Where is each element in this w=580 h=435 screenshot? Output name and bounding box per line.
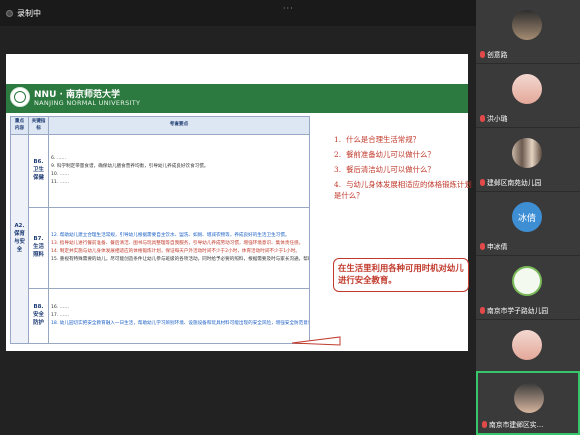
question-text: 餐前准备幼儿可以做什么？ xyxy=(346,150,435,160)
record-dot-icon xyxy=(6,9,13,17)
question-item: 2. 餐前准备幼儿可以做什么？ xyxy=(334,149,476,160)
participant-name: 建邺区南苑幼儿园 xyxy=(487,179,542,187)
participant-avatar xyxy=(512,74,542,104)
group-b8-points: 16. …… 17. …… 18. 幼儿园切实把安全教育融入一日生活，帮助幼儿学… xyxy=(48,288,310,344)
table-cell-text: 13. 指导幼儿进行餐前准备、餐后清洁、图书与玩具整理等自我服务，引导幼儿养成劳… xyxy=(51,240,304,246)
participant-avatar: 冰倩 xyxy=(512,202,542,232)
table-cell-text: 18. 幼儿园切实把安全教育融入一日生活，帮助幼儿学习辨别环境、设施设备和玩具材… xyxy=(51,320,309,326)
table-cell-text: 6. …… xyxy=(51,155,67,161)
header-key-indicator: 关键指标 xyxy=(28,116,49,135)
table-cell-text: 16. …… xyxy=(51,304,69,310)
header-points: 考查要点 xyxy=(48,116,310,135)
mic-muted-icon xyxy=(480,242,485,250)
logo-emblem-icon xyxy=(14,91,26,103)
participant-tile-active[interactable]: 南京市建邺区实… xyxy=(476,371,580,435)
more-options-icon[interactable]: ··· xyxy=(283,4,294,13)
participant-sidebar[interactable]: 创意路 洪小璐 建邺区南苑幼儿园 冰倩 申冰倩 南京市学子路幼儿园 尹英 南京市… xyxy=(476,0,580,435)
table-cell-text: 17. …… xyxy=(51,312,69,318)
question-item: 4. 与幼儿身体发展相适应的体格锻炼计划是什么？ xyxy=(334,179,476,201)
table-cell-text: 9. 科学制定带量食谱，确保幼儿膳食营养均衡，引导幼儿养成良好饮食习惯。 xyxy=(51,163,209,169)
participant-avatar xyxy=(512,330,542,360)
participant-name: 申冰倩 xyxy=(487,243,508,251)
callout-pointer xyxy=(292,336,341,346)
question-text: 与幼儿身体发展相适应的体格锻炼计划是什么？ xyxy=(334,180,472,201)
safety-callout: 在生活里利用各种可用时机对幼儿进行安全教育。 xyxy=(333,258,469,292)
table-cell-text: 11. …… xyxy=(51,179,69,185)
table-cell-text: 15. 重视有特殊需要的幼儿，尽可能创造条件让幼儿参与班级的各项活动，同时给予必… xyxy=(51,256,309,262)
question-list: 1. 什么是合理生活常规？ 2. 餐前准备幼儿可以做什么？ 3. 餐后清洁幼儿可以做什… xyxy=(334,134,476,206)
question-item: 1. 什么是合理生活常规？ xyxy=(334,134,476,145)
question-text: 什么是合理生活常规？ xyxy=(346,135,420,144)
slide-top-margin xyxy=(6,54,468,84)
mic-muted-icon xyxy=(482,420,487,428)
participant-tile[interactable]: 创意路 xyxy=(476,0,580,64)
indicator-b6: B6. 卫生保健 xyxy=(28,134,49,208)
question-number: 4. xyxy=(334,180,342,190)
top-bar: 录制中 ··· xyxy=(0,0,476,26)
group-b7-points: 12. 帮助幼儿建立合理生活常规，引导幼儿根据需要自主饮水、盥洗、如厕、增减衣物… xyxy=(48,207,310,289)
participant-avatar xyxy=(512,138,542,168)
participant-tile[interactable]: 南京市学子路幼儿园 xyxy=(476,256,580,320)
mic-muted-icon xyxy=(480,114,485,122)
question-number: 3. xyxy=(334,165,342,175)
section-label: A2. 保育与安全 xyxy=(10,134,29,344)
participant-name: 创意路 xyxy=(487,51,508,59)
table-row: A2. 保育与安全 B6. 卫生保健 6. …… 9. 科学制定带量食谱，确保幼… xyxy=(10,134,310,344)
participant-tile[interactable]: 洪小璐 xyxy=(476,64,580,128)
question-item: 3. 餐后清洁幼儿可以做什么？ xyxy=(334,164,476,175)
participant-tile[interactable]: 建邺区南苑幼儿园 xyxy=(476,128,580,192)
participant-tile[interactable]: 冰倩 申冰倩 xyxy=(476,192,580,256)
table-cell-text: 12. 帮助幼儿建立合理生活常规，引导幼儿根据需要自主饮水、盥洗、如厕、增减衣物… xyxy=(51,232,290,238)
table-row: B8. 安全防护 16. …… 17. …… 18. 幼儿园切实把安全教育融入一… xyxy=(11,288,310,344)
participant-name: 南京市学子路幼儿园 xyxy=(487,307,549,315)
recording-label: 录制中 xyxy=(17,8,41,18)
participant-avatar xyxy=(514,383,544,413)
indicator-b8: B8. 安全防护 xyxy=(28,288,49,344)
mic-muted-icon xyxy=(480,50,485,58)
indicator-b7: B7. 生活照料 xyxy=(28,207,49,289)
group-b6-points: 6. …… 9. 科学制定带量食谱，确保幼儿膳食营养均衡，引导幼儿养成良好饮食习… xyxy=(48,134,310,208)
recording-indicator[interactable]: 录制中 xyxy=(6,6,41,20)
mic-muted-icon xyxy=(480,306,485,314)
question-number: 2. xyxy=(334,150,342,160)
assessment-table: 重点内容 关键指标 考查要点 A2. 保育与安全 B6. 卫生保健 6. …… … xyxy=(10,116,310,344)
table-row: B7. 生活照料 12. 帮助幼儿建立合理生活常规，引导幼儿根据需要自主饮水、盥… xyxy=(11,207,310,289)
table-header-row: 重点内容 关键指标 考查要点 xyxy=(10,116,310,135)
participant-avatar xyxy=(512,266,542,296)
header-key-content: 重点内容 xyxy=(10,116,29,135)
participant-name: 洪小璐 xyxy=(487,115,508,123)
participant-avatar xyxy=(512,10,542,40)
university-name-en: NANJING NORMAL UNIVERSITY xyxy=(34,99,141,107)
table-cell-text: 10. …… xyxy=(51,171,69,177)
question-text: 餐后清洁幼儿可以做什么？ xyxy=(346,165,435,175)
question-number: 1. xyxy=(334,135,342,144)
participant-name: 南京市建邺区实… xyxy=(489,421,544,429)
university-logo xyxy=(10,87,30,107)
mic-muted-icon xyxy=(480,178,485,186)
table-cell-text: 14. 制定并实施与幼儿身体发展相适应的体格锻炼计划，保证每天户外活动时间不少于… xyxy=(51,248,300,254)
